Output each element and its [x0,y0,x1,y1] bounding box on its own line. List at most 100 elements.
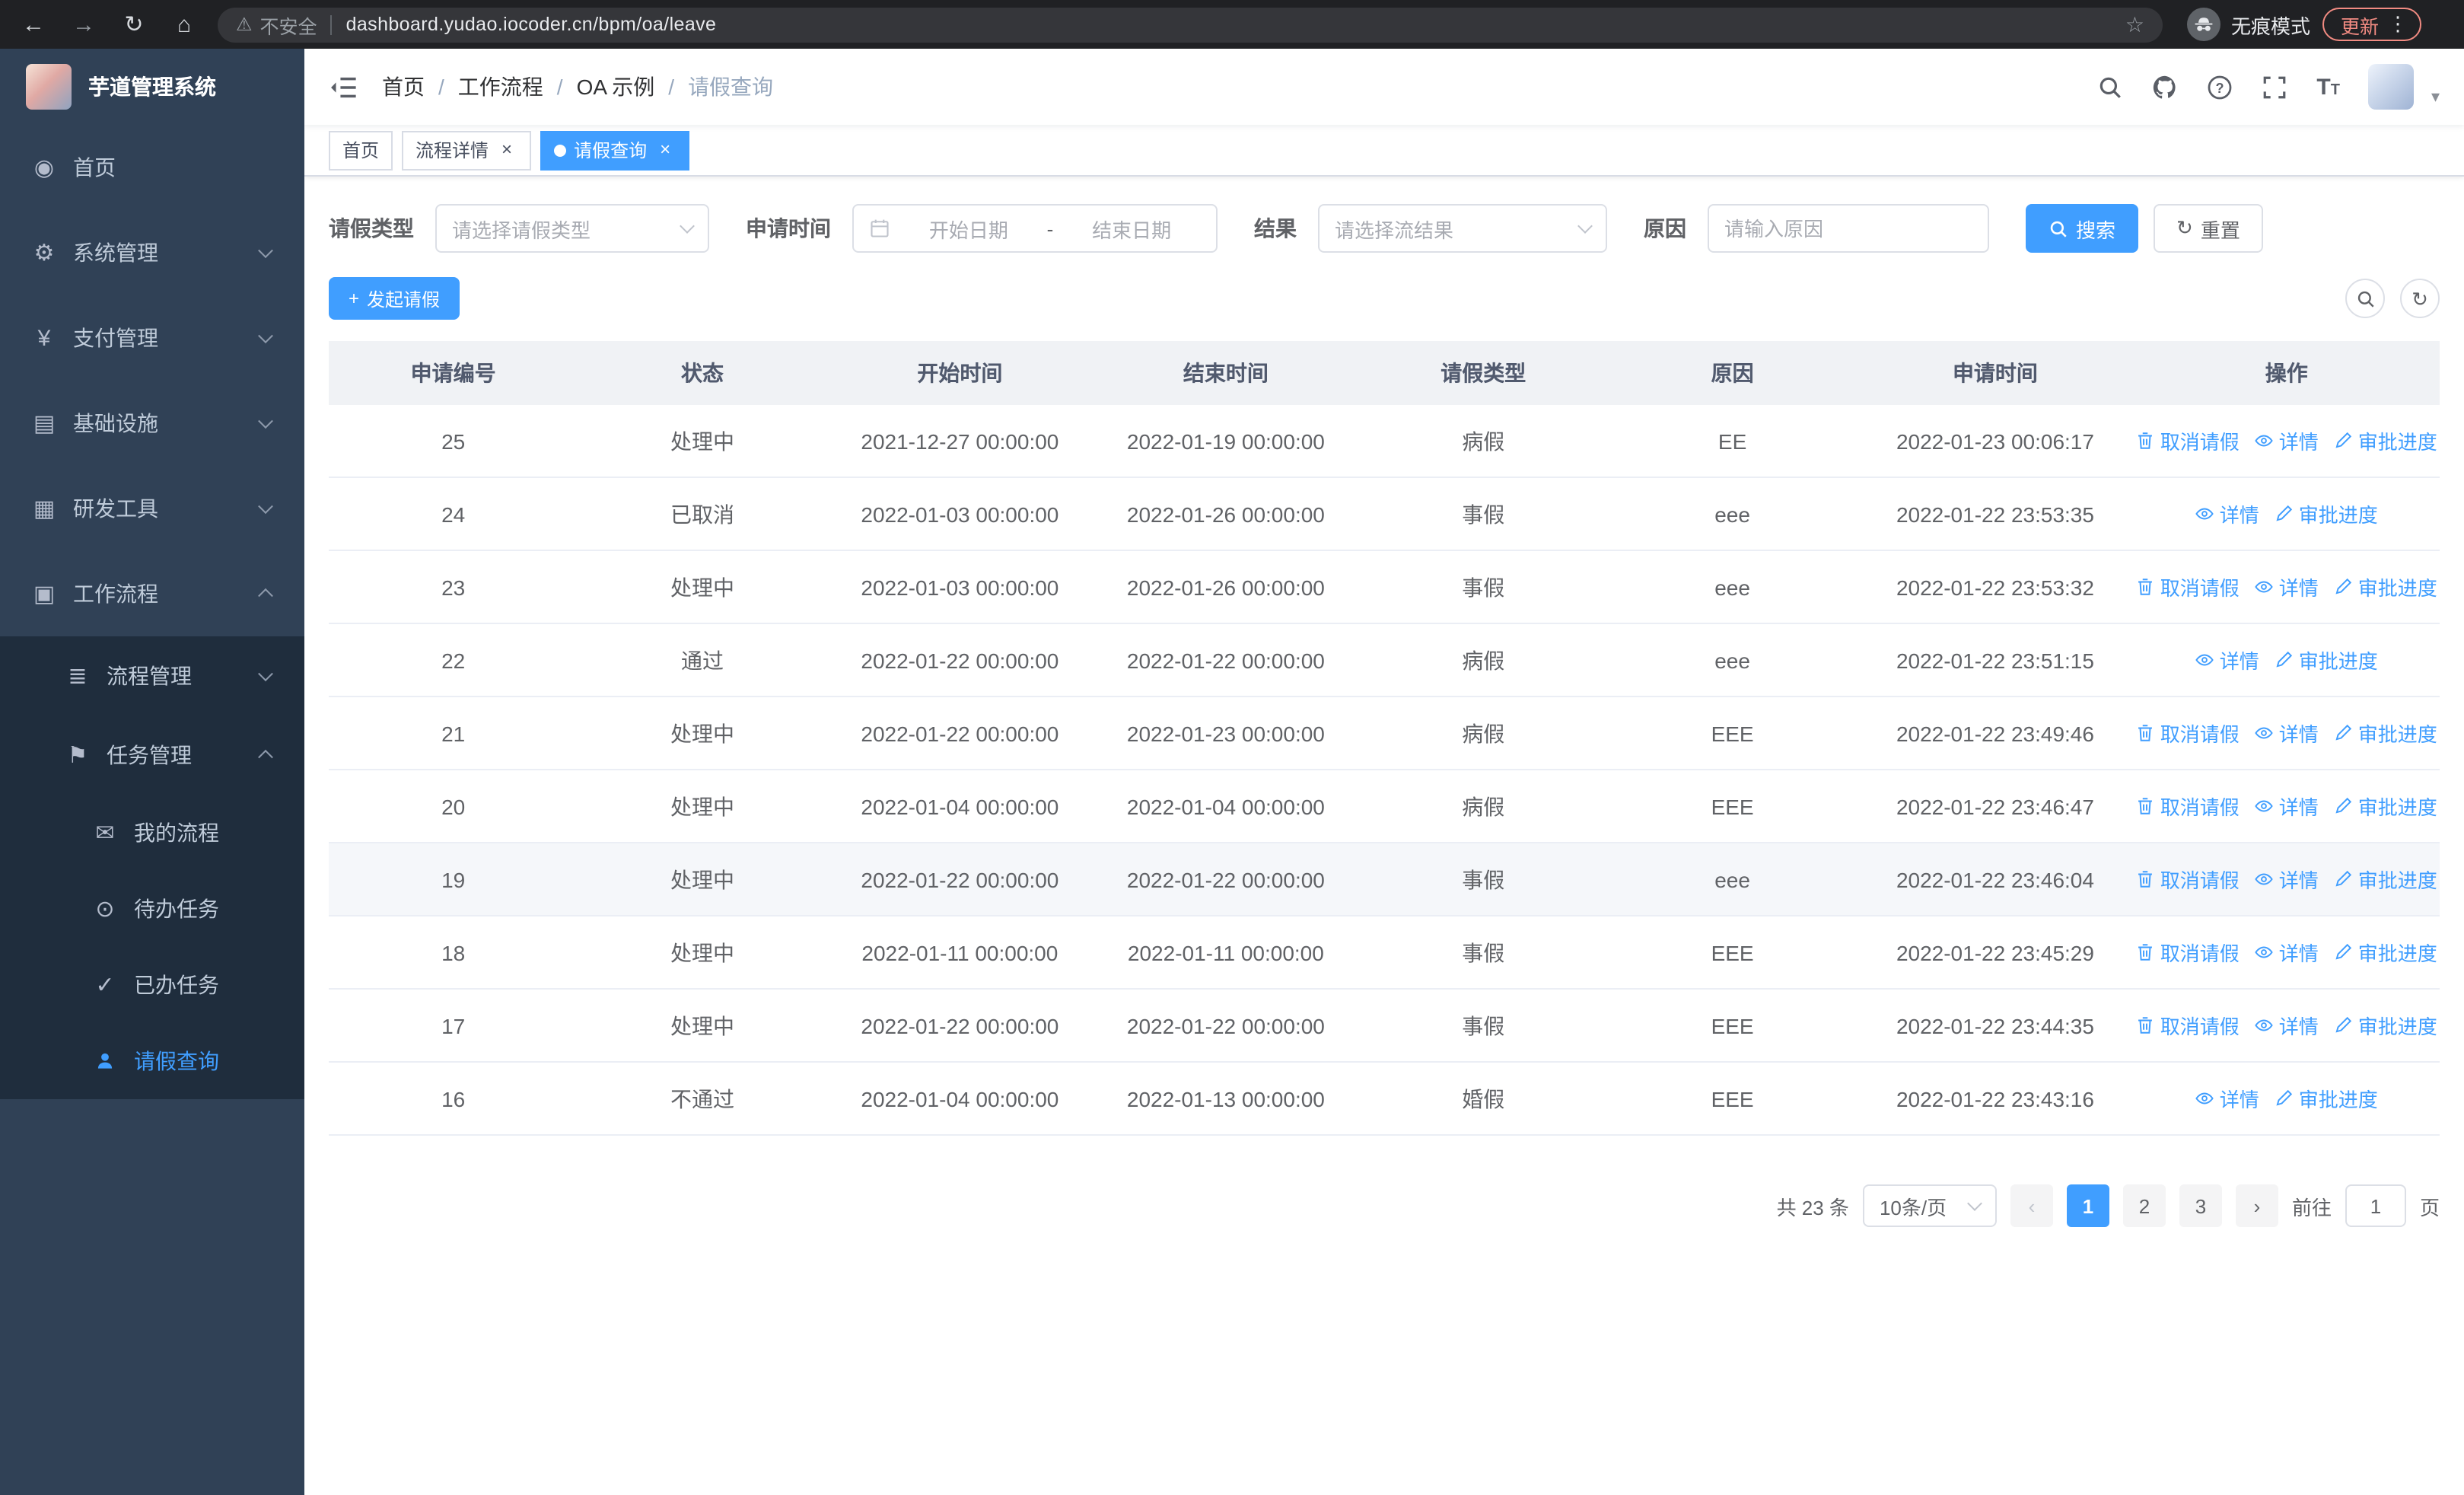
search-icon[interactable] [2097,74,2123,100]
browser-menu-icon[interactable]: ⋮ [2388,12,2408,37]
create-leave-button[interactable]: + 发起请假 [329,277,460,320]
incognito-label: 无痕模式 [2231,14,2311,37]
detail-link[interactable]: 详情 [2255,792,2319,821]
github-icon[interactable] [2152,74,2178,100]
table-row[interactable]: 18 处理中 2022-01-11 00:00:00 2022-01-11 00… [329,916,2440,990]
cell-start-time: 2022-01-04 00:00:00 [861,1086,1059,1111]
cancel-leave-link[interactable]: 取消请假 [2136,719,2240,748]
close-icon[interactable]: × [654,139,676,161]
sidebar-item-todo-tasks[interactable]: ⊙ 待办任务 [0,871,304,947]
sidebar-item-dev-tools[interactable]: ▦ 研发工具 [0,466,304,551]
sidebar-item-leave-query[interactable]: 请假查询 [0,1023,304,1099]
user-avatar[interactable] [2368,64,2415,110]
sidebar-fold-icon[interactable] [329,72,358,101]
search-button[interactable]: 搜索 [2026,204,2139,253]
detail-link[interactable]: 详情 [2195,1084,2259,1113]
cancel-leave-link[interactable]: 取消请假 [2136,426,2240,455]
table-row[interactable]: 16 不通过 2022-01-04 00:00:00 2022-01-13 00… [329,1063,2440,1136]
breadcrumb-oa-example[interactable]: OA 示例 [577,72,655,102]
table-search-toggle-button[interactable] [2345,279,2385,318]
approval-progress-link[interactable]: 审批进度 [2334,1011,2437,1040]
cancel-leave-link[interactable]: 取消请假 [2136,865,2240,894]
detail-link[interactable]: 详情 [2195,645,2259,674]
table-row[interactable]: 17 处理中 2022-01-22 00:00:00 2022-01-22 00… [329,990,2440,1063]
browser-back-icon[interactable]: ← [20,11,47,37]
sidebar-item-home[interactable]: ◉ 首页 [0,125,304,210]
table-row[interactable]: 22 通过 2022-01-22 00:00:00 2022-01-22 00:… [329,624,2440,697]
detail-link[interactable]: 详情 [2255,865,2319,894]
cancel-leave-link[interactable]: 取消请假 [2136,792,2240,821]
browser-reload-icon[interactable]: ↻ [120,11,148,38]
detail-link[interactable]: 详情 [2195,499,2259,528]
cancel-leave-link[interactable]: 取消请假 [2136,1011,2240,1040]
address-bar[interactable]: ⚠ 不安全 dashboard.yudao.iocoder.cn/bpm/oa/… [218,7,2163,42]
font-size-icon[interactable]: TT [2316,75,2340,98]
sidebar-item-my-process[interactable]: ✉ 我的流程 [0,795,304,871]
sidebar-item-task-mgmt[interactable]: ⚑ 任务管理 [0,716,304,795]
cell-apply-time: 2022-01-22 23:53:35 [1896,502,2094,526]
help-icon[interactable]: ? [2207,74,2233,100]
detail-link[interactable]: 详情 [2255,426,2319,455]
app-logo[interactable]: 芋道管理系统 [0,49,304,125]
cell-apply-time: 2022-01-23 00:06:17 [1896,429,2094,453]
leave-type-select[interactable]: 请选择请假类型 [435,204,709,253]
next-page-button[interactable]: › [2235,1184,2278,1227]
fullscreen-icon[interactable] [2262,74,2287,100]
sidebar-item-process-mgmt[interactable]: ≣ 流程管理 [0,636,304,716]
prev-page-button[interactable]: ‹ [2010,1184,2053,1227]
detail-link[interactable]: 详情 [2255,938,2319,967]
sidebar-item-payment-mgmt[interactable]: ¥ 支付管理 [0,295,304,381]
detail-link[interactable]: 详情 [2255,572,2319,601]
update-label: 更新 [2341,16,2380,37]
approval-progress-link[interactable]: 审批进度 [2275,1084,2378,1113]
sidebar-item-done-tasks[interactable]: ✓ 已办任务 [0,947,304,1023]
breadcrumb-workflow[interactable]: 工作流程 [458,72,543,102]
result-select[interactable]: 请选择流结果 [1318,204,1607,253]
approval-progress-link[interactable]: 审批进度 [2334,865,2437,894]
reason-input[interactable] [1708,204,1989,253]
bookmark-star-icon[interactable]: ☆ [2125,11,2144,37]
sidebar-item-workflow[interactable]: ▣ 工作流程 [0,551,304,636]
table-row[interactable]: 25 处理中 2021-12-27 00:00:00 2022-01-19 00… [329,405,2440,478]
detail-link[interactable]: 详情 [2255,1011,2319,1040]
table-row[interactable]: 20 处理中 2022-01-04 00:00:00 2022-01-04 00… [329,770,2440,843]
end-date-placeholder: 结束日期 [1092,218,1172,241]
breadcrumb-home[interactable]: 首页 [382,72,425,102]
page-button-2[interactable]: 2 [2122,1184,2166,1227]
goto-page-input[interactable] [2345,1184,2406,1227]
browser-home-icon[interactable]: ⌂ [170,11,198,37]
detail-link[interactable]: 详情 [2255,719,2319,748]
table-row[interactable]: 23 处理中 2022-01-03 00:00:00 2022-01-26 00… [329,551,2440,624]
cancel-leave-link[interactable]: 取消请假 [2136,572,2240,601]
sidebar-item-infrastructure[interactable]: ▤ 基础设施 [0,381,304,466]
tab-leave-query[interactable]: 请假查询 × [540,130,690,170]
browser-chrome: ← → ↻ ⌂ ⚠ 不安全 dashboard.yudao.iocoder.cn… [0,0,2464,49]
table-refresh-button[interactable]: ↻ [2400,279,2440,318]
approval-progress-link[interactable]: 审批进度 [2334,792,2437,821]
approval-progress-link[interactable]: 审批进度 [2334,938,2437,967]
browser-forward-icon[interactable]: → [70,11,97,37]
tab-home[interactable]: 首页 [329,130,393,170]
tab-process-detail[interactable]: 流程详情 × [402,130,532,170]
approval-progress-link[interactable]: 审批进度 [2334,572,2437,601]
approval-progress-link[interactable]: 审批进度 [2334,719,2437,748]
table-row[interactable]: 21 处理中 2022-01-22 00:00:00 2022-01-23 00… [329,697,2440,770]
approval-progress-link[interactable]: 审批进度 [2275,499,2378,528]
table-header-row: 申请编号 状态 开始时间 结束时间 请假类型 原因 申请时间 操作 [329,341,2440,405]
page-button-3[interactable]: 3 [2179,1184,2222,1227]
approval-progress-link[interactable]: 审批进度 [2275,645,2378,674]
apply-time-range-picker[interactable]: 开始日期 - 结束日期 [852,204,1218,253]
approval-progress-link[interactable]: 审批进度 [2334,426,2437,455]
close-icon[interactable]: × [496,139,517,161]
cancel-leave-link[interactable]: 取消请假 [2136,938,2240,967]
sidebar-item-system-mgmt[interactable]: ⚙ 系统管理 [0,210,304,295]
table-row[interactable]: 19 处理中 2022-01-22 00:00:00 2022-01-22 00… [329,843,2440,916]
cell-operations: 取消请假 详情 审批进度 [2134,1011,2440,1040]
cell-end-time: 2022-01-13 00:00:00 [1126,1086,1325,1111]
avatar-caret-down-icon[interactable]: ▾ [2431,87,2440,110]
page-size-select[interactable]: 10条/页 [1862,1184,1997,1227]
reset-button[interactable]: ↻ 重置 [2154,204,2263,253]
page-button-1[interactable]: 1 [2066,1184,2109,1227]
table-row[interactable]: 24 已取消 2022-01-03 00:00:00 2022-01-26 00… [329,478,2440,551]
browser-update-chip[interactable]: 更新 ⋮ [2322,8,2422,41]
